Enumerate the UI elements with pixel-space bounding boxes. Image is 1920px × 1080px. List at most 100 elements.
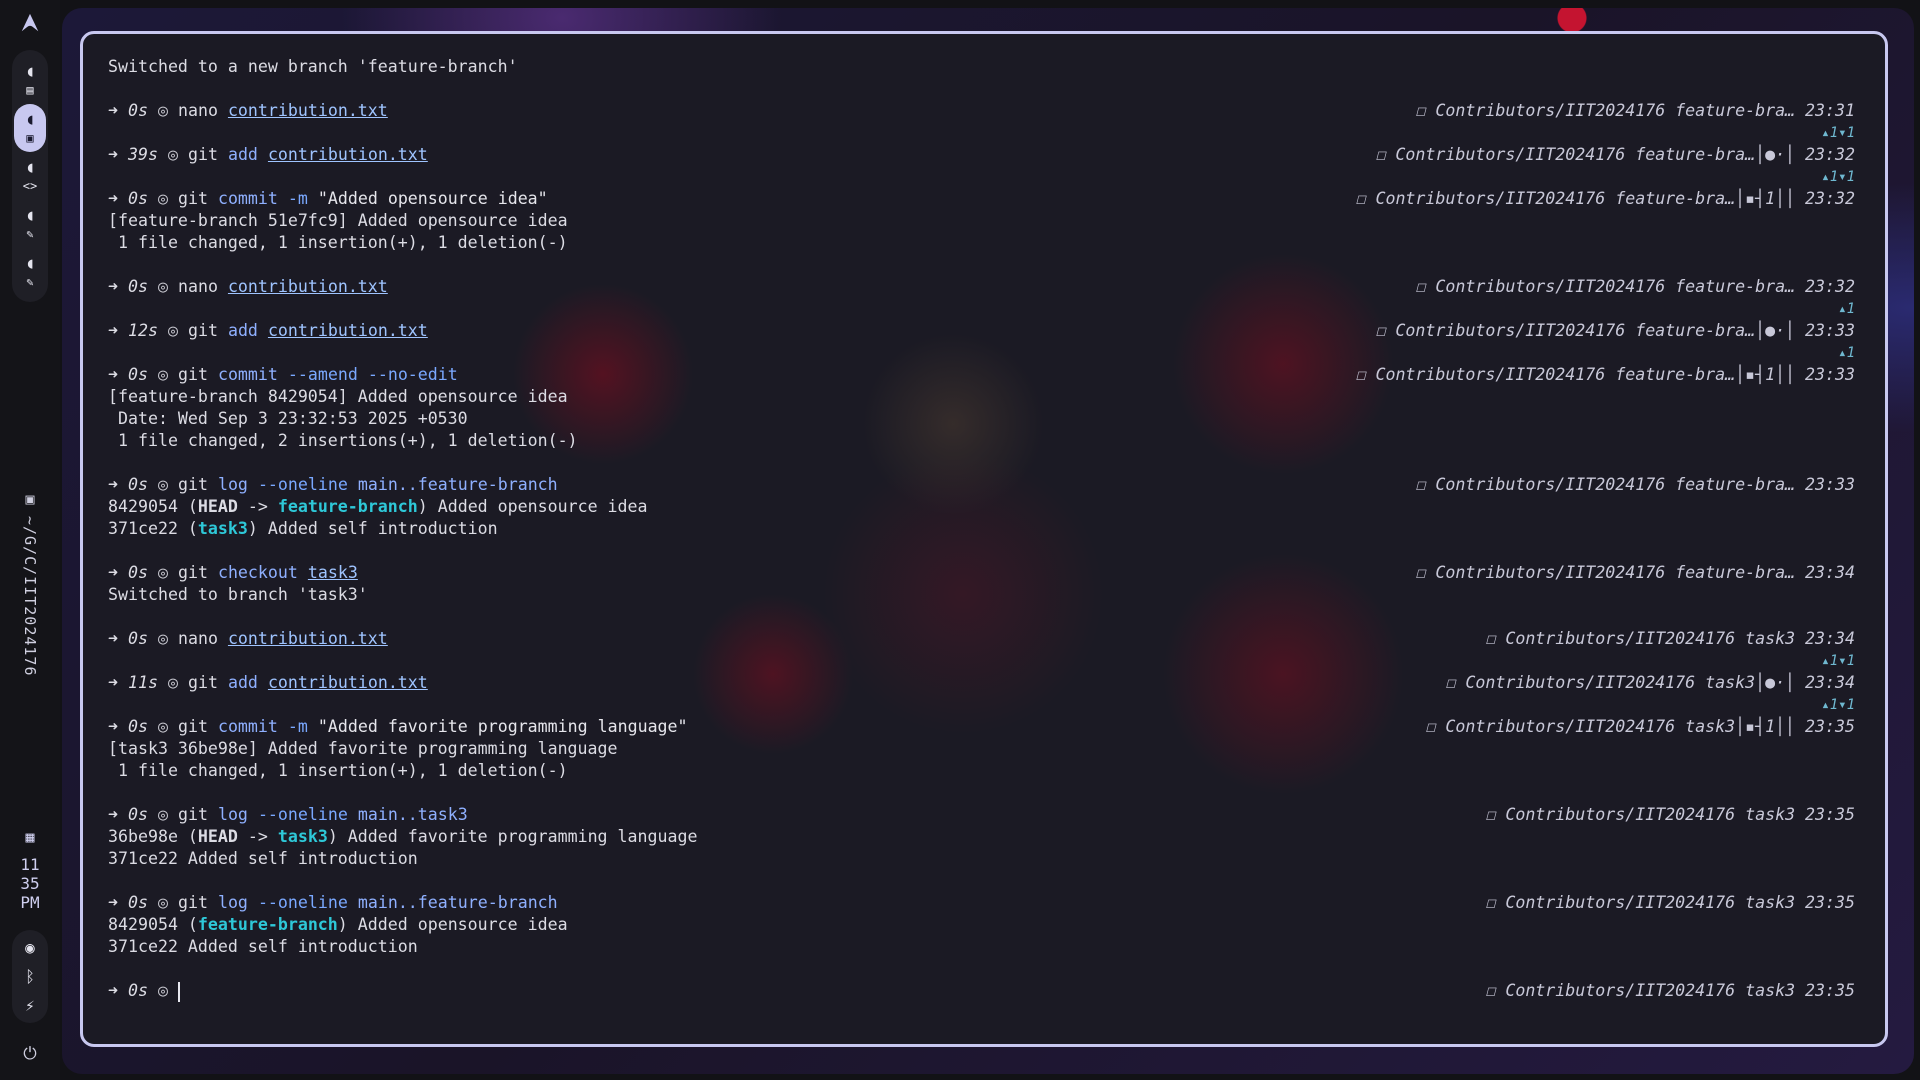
command-line: ➜ 0s ◎ nano contribution.txt ☐ Contributo…: [108, 276, 1860, 298]
commit-hash: 371ce22: [108, 519, 178, 538]
output-text: 1 file changed, 1 insertion(+), 1 deleti…: [108, 761, 568, 780]
command-line: ➜ 0s ◎ git commit -m "Added favorite pro…: [108, 716, 1860, 738]
workspace-2[interactable]: ◖ ▣: [14, 104, 46, 152]
command-line: ➜ 39s ◎ git add contribution.txt ☐ Contri…: [108, 144, 1860, 166]
prompt-arrow-icon: ➜: [108, 475, 128, 494]
command-arg: contribution.txt: [267, 321, 428, 340]
git-log-line: 371ce22 (task3) Added self introduction: [108, 519, 498, 538]
output-text: [task3 36be98e] Added favorite programmi…: [108, 739, 618, 758]
command-duration: 0s: [127, 277, 148, 296]
workspace-5[interactable]: ◖ ✎: [14, 248, 46, 296]
command-name: nano: [177, 277, 218, 296]
active-prompt-line: ➜ 0s ◎ ☐ Contributors/IIT2024176 task3 2…: [108, 980, 1860, 1002]
workspace-1[interactable]: ◖ ▤: [14, 56, 46, 104]
prompt-arrow-icon: ➜: [108, 101, 128, 120]
prompt-arrow-icon: ➜: [108, 189, 128, 208]
prompt-arrow-icon: ➜: [108, 277, 128, 296]
output-line: [feature-branch 51e7fc9] Added opensourc…: [108, 210, 1860, 232]
command-arg: contribution.txt: [267, 145, 428, 164]
commit-hash: 8429054: [108, 497, 178, 516]
prompt-status-icon: ◎: [157, 365, 168, 384]
clock[interactable]: ▦ 11 35 PM: [0, 828, 60, 912]
branch-ref: feature-branch: [197, 915, 338, 934]
command-duration: 0s: [127, 475, 148, 494]
workspace-3[interactable]: ◖ <>: [14, 152, 46, 200]
prompt-arrow-icon: ➜: [108, 321, 128, 340]
command-line: ➜ 0s ◎ git checkout task3 ☐ Contributors/…: [108, 562, 1860, 584]
command-duration: 0s: [127, 629, 148, 648]
arch-logo-icon[interactable]: [19, 12, 41, 34]
command-duration: 0s: [127, 717, 148, 736]
output-text: Switched to branch 'task3': [108, 585, 368, 604]
command-duration: 0s: [127, 563, 148, 582]
command-duration: 12s: [127, 321, 158, 340]
command-name: git: [177, 475, 208, 494]
command-line: ➜ 0s ◎ nano contribution.txt ☐ Contributo…: [108, 628, 1860, 650]
git-ahead-behind-line: ▴1: [108, 298, 1860, 320]
command-arg: add: [227, 145, 258, 164]
right-prompt-status: ☐ Contributors/IIT2024176 task3 23:35: [1485, 893, 1855, 912]
right-prompt-status: ☐ Contributors/IIT2024176 feature-bra… 2…: [1415, 101, 1855, 120]
bluetooth-icon[interactable]: ᛒ: [25, 967, 35, 986]
command-duration: 11s: [127, 673, 158, 692]
git-ahead-behind-line: ▴1: [108, 342, 1860, 364]
command-arg: main..task3: [357, 805, 468, 824]
workspace-app-icon: ▣: [26, 131, 34, 145]
output-line: 371ce22 Added self introduction: [108, 848, 1860, 870]
prompt-status-icon: ◎: [167, 673, 178, 692]
prompt-status-icon: ◎: [157, 717, 168, 736]
command-duration: 39s: [127, 145, 158, 164]
command-arg: task3: [307, 563, 358, 582]
right-prompt-status: ☐ Contributors/IIT2024176 feature-bra…│▪…: [1355, 365, 1855, 384]
text-cursor[interactable]: [177, 981, 180, 1002]
left-sidebar: ◖ ▤ ◖ ▣ ◖ <> ◖ ✎ ◖ ✎ ▣ ~/G/C/IIT2024176 ▦ 11 35 P…: [0, 0, 60, 1080]
right-prompt-status: ☐ Contributors/IIT2024176 task3 23:34: [1485, 629, 1855, 648]
power-icon[interactable]: ⏻: [0, 1044, 60, 1064]
output-line: Switched to a new branch 'feature-branch…: [108, 56, 1860, 78]
workspace-app-icon: ✎: [26, 275, 34, 289]
command-line: ➜ 0s ◎ git commit --amend --no-edit ☐ Con…: [108, 364, 1860, 386]
output-text: 371ce22 Added self introduction: [108, 937, 418, 956]
command-arg: commit: [217, 365, 278, 384]
workspace-4[interactable]: ◖ ✎: [14, 200, 46, 248]
command-line: ➜ 0s ◎ git log --oneline main..task3 ☐ Co…: [108, 804, 1860, 826]
commit-message: Added favorite programming language: [347, 827, 698, 846]
git-ahead-behind-line: ▴1▾1: [108, 650, 1860, 672]
right-prompt-status: ☐ Contributors/IIT2024176 task3│●·│ 23:3…: [1445, 673, 1855, 692]
right-prompt-status: ☐ Contributors/IIT2024176 feature-bra… 2…: [1415, 475, 1855, 494]
command-arg: "Added opensource idea": [317, 189, 548, 208]
prompt-arrow-icon: ➜: [108, 563, 128, 582]
command-line: ➜ 0s ◎ git commit -m "Added opensource i…: [108, 188, 1860, 210]
command-line: ➜ 0s ◎ git log --oneline main..feature-b…: [108, 892, 1860, 914]
command-arg: contribution.txt: [227, 629, 388, 648]
command-duration: 0s: [127, 365, 148, 384]
command-name: git: [177, 365, 208, 384]
commit-message: Added self introduction: [267, 519, 498, 538]
battery-icon[interactable]: ⚡: [25, 996, 35, 1015]
command-arg: log: [217, 805, 248, 824]
output-line: 1 file changed, 2 insertions(+), 1 delet…: [108, 430, 1860, 452]
output-line: Switched to branch 'task3': [108, 584, 1860, 606]
command-arg: contribution.txt: [227, 277, 388, 296]
command-name: git: [187, 145, 218, 164]
wifi-icon[interactable]: ◉: [25, 938, 35, 957]
command-line: ➜ 11s ◎ git add contribution.txt ☐ Contri…: [108, 672, 1860, 694]
terminal-window[interactable]: Switched to a new branch 'feature-branch…: [80, 31, 1888, 1047]
commit-hash: 36be98e: [108, 827, 178, 846]
calendar-icon: ▦: [25, 828, 35, 846]
workspace-glyph-icon: ◖: [25, 254, 35, 272]
command-arg: --oneline: [257, 805, 348, 824]
command-name: git: [177, 717, 208, 736]
git-ahead-behind-indicator: ▴1: [1838, 345, 1855, 361]
output-text: [feature-branch 8429054] Added opensourc…: [108, 387, 568, 406]
prompt-status-icon: ◎: [157, 101, 168, 120]
terminal-icon: ▣: [25, 490, 35, 508]
prompt-status-icon: ◎: [157, 629, 168, 648]
commit-message: Added opensource idea: [357, 915, 568, 934]
command-name: nano: [177, 629, 218, 648]
command-name: git: [177, 189, 208, 208]
command-line: ➜ 12s ◎ git add contribution.txt ☐ Contri…: [108, 320, 1860, 342]
right-prompt-status: ☐ Contributors/IIT2024176 feature-bra…│●…: [1375, 321, 1855, 340]
current-directory-indicator: ▣ ~/G/C/IIT2024176: [18, 490, 42, 677]
prompt-status-icon: ◎: [157, 893, 168, 912]
